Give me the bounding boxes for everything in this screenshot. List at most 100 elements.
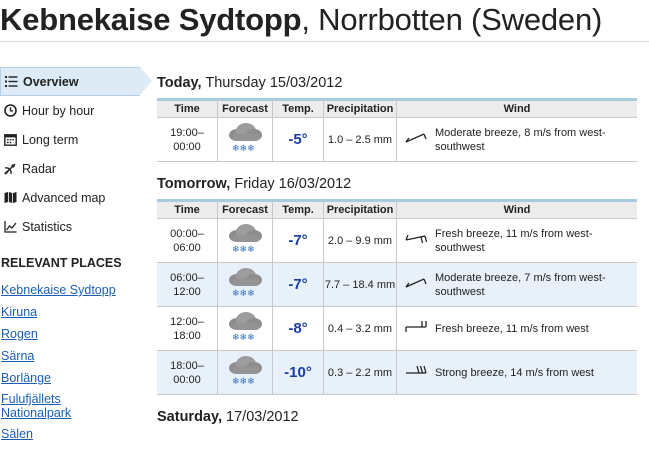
calendar-icon xyxy=(3,133,17,147)
wind-arrow-icon xyxy=(403,131,435,148)
nav-long-term[interactable]: Long term xyxy=(0,125,140,154)
nav-radar[interactable]: Radar xyxy=(0,154,140,183)
wind-cell: Moderate breeze, 7 m/s from west-southwe… xyxy=(397,263,637,307)
place-link[interactable]: Rogen xyxy=(0,326,140,342)
table-row: 19:00– 00:00 ❄❄❄ -5° 1.0 – 2.5 mm Moderat… xyxy=(157,118,637,162)
day-date: 17/03/2012 xyxy=(222,409,299,425)
col-time: Time xyxy=(157,98,218,118)
day-heading: Today, Thursday 15/03/2012 xyxy=(157,75,637,94)
wind-text: Fresh breeze, 11 m/s from west xyxy=(435,322,589,335)
wind-arrow-icon xyxy=(403,276,435,293)
temp-cell: -7° xyxy=(273,219,324,263)
temp-cell: -8° xyxy=(273,307,324,351)
cloud-snow-icon: ❄❄❄ xyxy=(225,310,265,347)
col-temp: Temp. xyxy=(273,199,324,219)
time-to: 00:00 xyxy=(173,373,201,386)
page-title: Kebnekaise Sydtopp, Norrbotten (Sweden) xyxy=(0,2,602,38)
col-temp: Temp. xyxy=(273,98,324,118)
time-to: 06:00 xyxy=(173,241,201,254)
radar-icon xyxy=(3,162,17,176)
wind-text: Strong breeze, 14 m/s from west xyxy=(435,366,594,379)
nav-label: Overview xyxy=(23,74,79,89)
forecast-main: Today, Thursday 15/03/2012 Time Forecast… xyxy=(157,75,637,428)
precip-cell: 0.4 – 3.2 mm xyxy=(324,307,397,351)
cloud-snow-icon: ❄❄❄ xyxy=(225,354,265,391)
forecast-table: Time Forecast Temp. Precipitation Wind 1… xyxy=(157,98,637,162)
forecast-cell: ❄❄❄ xyxy=(218,263,273,307)
table-row: 12:00– 18:00 ❄❄❄ -8° 0.4 – 3.2 mm Fresh b… xyxy=(157,307,637,351)
place-name: Kebnekaise Sydtopp xyxy=(0,2,302,37)
wind-text: Moderate breeze, 7 m/s from west-southwe… xyxy=(435,271,606,298)
map-icon xyxy=(3,191,17,205)
wind-cell: Moderate breeze, 8 m/s from west-southwe… xyxy=(397,118,637,162)
place-link[interactable]: Sälen xyxy=(0,426,140,442)
time-from: 00:00– xyxy=(170,227,204,240)
time-to: 12:00 xyxy=(173,285,201,298)
place-link[interactable]: Borlänge xyxy=(0,370,140,386)
svg-text:❄❄❄: ❄❄❄ xyxy=(232,245,255,255)
place-link[interactable]: Särna xyxy=(0,348,140,364)
time-from: 18:00– xyxy=(170,359,204,372)
wind-cell: Fresh breeze, 11 m/s from west-southwest xyxy=(397,219,637,263)
day-name: Today, xyxy=(157,75,202,91)
place-region: , Norrbotten (Sweden) xyxy=(301,2,603,37)
place-link[interactable]: Kiruna xyxy=(0,304,140,320)
relevant-places-heading: RELEVANT PLACES xyxy=(1,256,122,270)
col-time: Time xyxy=(157,199,218,219)
forecast-cell: ❄❄❄ xyxy=(218,219,273,263)
day-name: Tomorrow, xyxy=(157,176,231,192)
forecast-table: Time Forecast Temp. Precipitation Wind 0… xyxy=(157,199,637,395)
forecast-cell: ❄❄❄ xyxy=(218,307,273,351)
col-forecast: Forecast xyxy=(218,199,273,219)
clock-icon xyxy=(3,104,17,118)
time-from: 12:00– xyxy=(170,315,204,328)
precip-cell: 1.0 – 2.5 mm xyxy=(324,118,397,162)
time-cell: 18:00– 00:00 xyxy=(157,351,218,395)
nav-overview[interactable]: Overview xyxy=(0,67,152,96)
col-precip: Precipitation xyxy=(324,98,397,118)
time-cell: 00:00– 06:00 xyxy=(157,219,218,263)
header-divider xyxy=(0,41,649,42)
forecast-cell: ❄❄❄ xyxy=(218,118,273,162)
wind-arrow-icon xyxy=(403,320,435,337)
chart-icon xyxy=(3,220,17,234)
table-row: 18:00– 00:00 ❄❄❄ -10° 0.3 – 2.2 mm Strong… xyxy=(157,351,637,395)
temp-cell: -5° xyxy=(273,118,324,162)
wind-cell: Strong breeze, 14 m/s from west xyxy=(397,351,637,395)
cloud-snow-icon: ❄❄❄ xyxy=(225,222,265,259)
col-wind: Wind xyxy=(397,199,637,219)
svg-text:❄❄❄: ❄❄❄ xyxy=(232,333,255,343)
svg-text:❄❄❄: ❄❄❄ xyxy=(232,377,255,387)
day-date: Friday 16/03/2012 xyxy=(230,176,352,192)
time-to: 18:00 xyxy=(173,329,201,342)
wind-text: Moderate breeze, 8 m/s from west-southwe… xyxy=(435,126,606,153)
time-to: 00:00 xyxy=(173,140,201,153)
time-cell: 19:00– 00:00 xyxy=(157,118,218,162)
nav-label: Hour by hour xyxy=(22,103,95,118)
temp-cell: -7° xyxy=(273,263,324,307)
time-from: 06:00– xyxy=(170,271,204,284)
svg-text:❄❄❄: ❄❄❄ xyxy=(232,144,255,154)
time-cell: 12:00– 18:00 xyxy=(157,307,218,351)
place-link[interactable]: Fulufjällets Nationalpark xyxy=(0,392,84,420)
wind-text: Fresh breeze, 11 m/s from west-southwest xyxy=(435,227,593,254)
nav-hour-by-hour[interactable]: Hour by hour xyxy=(0,96,140,125)
cloud-snow-icon: ❄❄❄ xyxy=(225,121,265,158)
time-from: 19:00– xyxy=(170,126,204,139)
nav-label: Long term xyxy=(22,132,79,147)
cloud-snow-icon: ❄❄❄ xyxy=(225,266,265,303)
day-name: Saturday, xyxy=(157,409,223,425)
svg-text:❄❄❄: ❄❄❄ xyxy=(232,289,255,299)
table-row: 06:00– 12:00 ❄❄❄ -7° 7.7 – 18.4 mm Modera… xyxy=(157,263,637,307)
nav-advanced-map[interactable]: Advanced map xyxy=(0,183,140,212)
day-heading: Tomorrow, Friday 16/03/2012 xyxy=(157,176,637,195)
day-heading: Saturday, 17/03/2012 xyxy=(157,409,637,428)
sidebar: Overview Hour by hour Long term Radar Ad… xyxy=(0,67,152,448)
nav-statistics[interactable]: Statistics xyxy=(0,212,140,241)
nav-label: Advanced map xyxy=(22,190,106,205)
precip-cell: 2.0 – 9.9 mm xyxy=(324,219,397,263)
table-row: 00:00– 06:00 ❄❄❄ -7° 2.0 – 9.9 mm Fresh b… xyxy=(157,219,637,263)
place-link[interactable]: Kebnekaise Sydtopp xyxy=(0,282,140,298)
wind-arrow-icon xyxy=(403,364,435,381)
nav-label: Statistics xyxy=(22,219,73,234)
